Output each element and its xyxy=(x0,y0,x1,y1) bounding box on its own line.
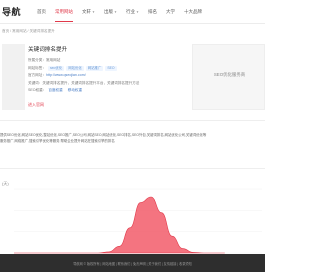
chevron-down-icon: ▼ xyxy=(92,10,95,14)
nav-item-label: 首页 xyxy=(37,9,46,14)
footer: 导航网 © 版权所有 | 网站地图 | 联系我们 | 免责声明 | 关于我们 |… xyxy=(0,254,265,272)
site-tag[interactable]: 网站推广 xyxy=(85,65,104,71)
site-url-link[interactable]: http://www.qseojian.com/ xyxy=(46,72,86,78)
visit-site-button[interactable]: 进入官网 xyxy=(28,102,44,108)
nav-item-3[interactable]: 出版▼ xyxy=(101,0,120,24)
nav-item-5[interactable]: 排名 xyxy=(145,0,160,24)
chevron-down-icon: ▼ xyxy=(113,10,117,14)
site-tag[interactable]: seo优化 xyxy=(47,65,65,71)
site-tags-row: 网站标签： seo优化 网站优化 网站推广 SEO xyxy=(28,65,178,71)
chevron-down-icon: ▼ xyxy=(135,10,139,14)
nav-item-4[interactable]: 行业▼ xyxy=(123,0,142,24)
site-logo[interactable]: 导航 xyxy=(2,5,21,18)
nav-item-6[interactable]: 大学 xyxy=(163,0,178,24)
traffic-chart-svg: (天) xyxy=(2,181,262,254)
nav-item-1[interactable]: 常用网站 xyxy=(52,0,76,24)
url-label: 官方网址： xyxy=(28,73,46,78)
site-info-card: 关键词排名提升 所属分类：常用网站 网站标签： seo优化 网站优化 网站推广 SEO… xyxy=(0,38,265,116)
nav-item-7[interactable]: 十大品牌 xyxy=(181,0,205,24)
tags-label: 网站标签： xyxy=(28,65,46,70)
footer-text: 导航网 © 版权所有 | 网站地图 | 联系我们 | 免责声明 | 关于我们 |… xyxy=(73,262,192,266)
nav-item-label: 排名 xyxy=(147,9,157,14)
site-keywords: 关键词：关键词排名提升，关键词排名提升平台，关键词排名提升方法 xyxy=(28,80,140,85)
nav-item-2[interactable]: 文轩▼ xyxy=(79,0,98,24)
main-nav: 首页 常用网站 文轩▼ 出版▼ 行业▼ 排名 大学 十大品牌 xyxy=(34,0,208,24)
ad-box[interactable]: SEO优化服务商 xyxy=(192,44,265,110)
site-tag[interactable]: 网站优化 xyxy=(66,65,84,71)
site-url-row: 官方网址： http://www.qseojian.com/ xyxy=(28,72,178,78)
site-tag[interactable]: SEO xyxy=(105,65,117,71)
nav-item-label: 常用网站 xyxy=(55,9,73,14)
nav-item-label: 行业 xyxy=(125,9,135,14)
tag-list: seo优化 网站优化 网站推广 SEO xyxy=(46,65,117,71)
traffic-chart: (天) xyxy=(0,168,265,256)
breadcrumb: 首页 / 常用网站 / 关键词排名提升 xyxy=(2,29,55,33)
ad-text: SEO优化服务商 xyxy=(213,72,246,77)
description-line-2: 服务推广,网络推广,搜索引擎优化等服务,帮助企业提升网站在搜索引擎的排名 xyxy=(0,139,115,143)
nav-item-label: 出版 xyxy=(103,9,113,14)
nav-item-label: 文轩 xyxy=(82,9,91,14)
y-axis-label: (天) xyxy=(2,181,9,186)
site-category: 所属分类：常用网站 xyxy=(28,58,61,62)
mobile-weight-badge[interactable]: 移动权重 xyxy=(68,87,82,93)
top-nav-bar: 导航 首页 常用网站 文轩▼ 出版▼ 行业▼ 排名 大学 十大品牌 xyxy=(0,0,265,24)
nav-item-label: 十大品牌 xyxy=(183,9,202,14)
seo-label: SEO权重： xyxy=(28,88,47,93)
site-name: 关键词排名提升 xyxy=(28,47,68,53)
site-info: 关键词排名提升 所属分类：常用网站 网站标签： seo优化 网站优化 网站推广 SEO… xyxy=(28,45,178,95)
series-area xyxy=(14,196,225,254)
seo-weight-row: SEO权重： 百度权重 移动权重 xyxy=(28,87,178,93)
site-description: 提供SEO优化,网站SEO优化,整站优化,SEO推广,SEO公司,网站SEO,网… xyxy=(0,120,265,165)
pc-weight-badge[interactable]: 百度权重 xyxy=(48,87,62,93)
nav-item-0[interactable]: 首页 xyxy=(34,0,49,24)
nav-item-label: 大学 xyxy=(165,9,175,14)
site-thumbnail xyxy=(2,44,25,110)
